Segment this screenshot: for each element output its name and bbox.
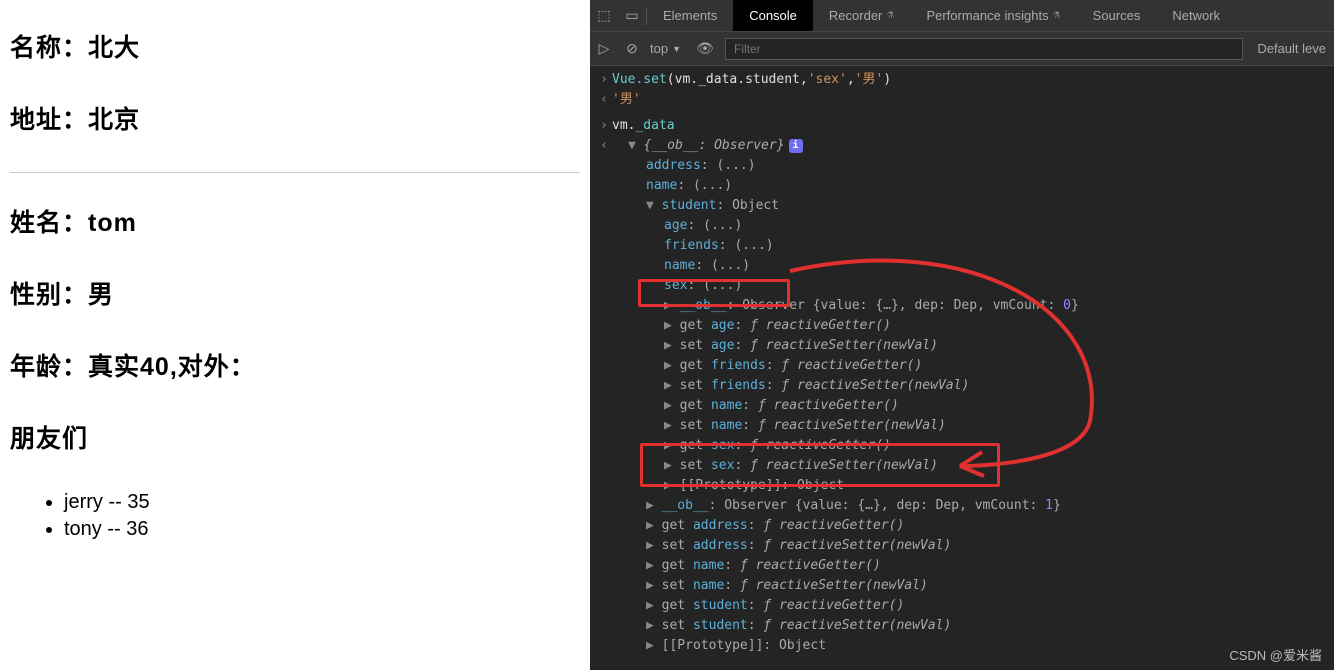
chevron-right-icon[interactable]: ▶	[646, 578, 662, 593]
console-output-line: '男'	[612, 90, 641, 110]
chevron-right-icon[interactable]: ▶	[646, 538, 662, 553]
object-property[interactable]: address: (...)	[612, 156, 756, 176]
list-item: tony -- 36	[64, 518, 580, 541]
chevron-right-icon[interactable]: ▶	[664, 458, 680, 473]
devtools-panel: ⬚ ▭ Elements Console Recorder⚗ Performan…	[590, 0, 1334, 670]
chevron-right-icon[interactable]: ▶	[664, 398, 680, 413]
address-heading: 地址：北京	[10, 100, 580, 136]
list-item: jerry -- 35	[64, 491, 580, 514]
sex-heading: 性别：男	[10, 275, 580, 311]
context-selector[interactable]: top▼	[646, 41, 691, 56]
tab-recorder[interactable]: Recorder⚗	[813, 0, 911, 31]
chevron-down-icon: ▼	[672, 44, 681, 54]
object-property[interactable]: ▶ set student: ƒ reactiveSetter(newVal)	[612, 616, 951, 636]
object-property[interactable]: ▶ __ob__: Observer {value: {…}, dep: Dep…	[612, 496, 1061, 516]
console-input-line: vm._data	[612, 116, 675, 136]
console-toolbar: ▷ ⊘ top▼ 👁 Default leve	[590, 32, 1334, 66]
divider	[10, 172, 580, 173]
flask-icon: ⚗	[1053, 10, 1061, 21]
school-heading: 名称：北大	[10, 28, 580, 64]
object-property[interactable]: ▶ set name: ƒ reactiveSetter(newVal)	[612, 416, 946, 436]
object-property[interactable]: age: (...)	[612, 216, 742, 236]
tab-elements[interactable]: Elements	[647, 0, 733, 31]
chevron-right-icon[interactable]: ▶	[646, 638, 662, 653]
object-property[interactable]: ▶ set friends: ƒ reactiveSetter(newVal)	[612, 376, 969, 396]
object-property[interactable]: ▶ set address: ƒ reactiveSetter(newVal)	[612, 536, 951, 556]
object-property[interactable]: ▶ get student: ƒ reactiveGetter()	[612, 596, 904, 616]
info-icon[interactable]: i	[789, 139, 803, 153]
device-toggle-icon[interactable]: ▭	[618, 0, 646, 31]
devtools-tabbar: ⬚ ▭ Elements Console Recorder⚗ Performan…	[590, 0, 1334, 32]
output-marker-icon: ‹	[596, 90, 612, 110]
object-property[interactable]: ▶ set name: ƒ reactiveSetter(newVal)	[612, 576, 928, 596]
chevron-right-icon[interactable]: ▶	[664, 478, 680, 493]
object-header[interactable]: ▼ {__ob__: Observer}i	[612, 136, 803, 156]
object-property[interactable]: ▶ get sex: ƒ reactiveGetter()	[612, 436, 891, 456]
object-property[interactable]: ▼ student: Object	[612, 196, 779, 216]
input-marker-icon: ›	[596, 70, 612, 90]
chevron-right-icon[interactable]: ▶	[664, 438, 680, 453]
age-heading: 年龄：真实40,对外：	[10, 347, 580, 383]
chevron-right-icon[interactable]: ▶	[664, 358, 680, 373]
chevron-down-icon[interactable]: ▼	[628, 138, 644, 153]
clear-icon[interactable]: ⊘	[618, 40, 646, 57]
flask-icon: ⚗	[886, 10, 894, 21]
object-property[interactable]: ▶ get friends: ƒ reactiveGetter()	[612, 356, 922, 376]
object-property[interactable]: sex: (...)	[612, 276, 742, 296]
object-property[interactable]: ▶ __ob__: Observer {value: {…}, dep: Dep…	[612, 296, 1079, 316]
eye-icon[interactable]: 👁	[691, 40, 719, 57]
chevron-right-icon[interactable]: ▶	[646, 518, 662, 533]
chevron-right-icon[interactable]: ▶	[664, 298, 680, 313]
input-marker-icon: ›	[596, 116, 612, 136]
chevron-down-icon[interactable]: ▼	[646, 198, 662, 213]
console-input-line: Vue.set(vm._data.student,'sex','男')	[612, 70, 891, 90]
object-property[interactable]: ▶ get address: ƒ reactiveGetter()	[612, 516, 904, 536]
console-output[interactable]: ›Vue.set(vm._data.student,'sex','男') ‹'男…	[590, 66, 1334, 670]
object-property[interactable]: ▶ set age: ƒ reactiveSetter(newVal)	[612, 336, 938, 356]
chevron-right-icon[interactable]: ▶	[646, 598, 662, 613]
log-level-selector[interactable]: Default leve	[1249, 41, 1334, 56]
tab-network[interactable]: Network	[1156, 0, 1236, 31]
object-property[interactable]: ▶ [[Prototype]]: Object	[612, 476, 844, 496]
chevron-right-icon[interactable]: ▶	[664, 418, 680, 433]
friends-heading: 朋友们	[10, 419, 580, 455]
friends-list: jerry -- 35 tony -- 36	[64, 491, 580, 541]
object-property[interactable]: ▶ get name: ƒ reactiveGetter()	[612, 556, 881, 576]
tab-sources[interactable]: Sources	[1077, 0, 1157, 31]
chevron-right-icon[interactable]: ▶	[646, 558, 662, 573]
page-content: 名称：北大 地址：北京 姓名：tom 性别：男 年龄：真实40,对外： 朋友们 …	[0, 0, 590, 670]
object-property[interactable]: ▶ get name: ƒ reactiveGetter()	[612, 396, 899, 416]
chevron-right-icon[interactable]: ▶	[664, 378, 680, 393]
tab-performance-insights[interactable]: Performance insights⚗	[910, 0, 1076, 31]
chevron-right-icon[interactable]: ▶	[646, 498, 662, 513]
play-icon[interactable]: ▷	[590, 40, 618, 57]
chevron-right-icon[interactable]: ▶	[664, 318, 680, 333]
object-property[interactable]: friends: (...)	[612, 236, 774, 256]
chevron-right-icon[interactable]: ▶	[664, 338, 680, 353]
object-property[interactable]: name: (...)	[612, 176, 732, 196]
object-property[interactable]: ▶ set sex: ƒ reactiveSetter(newVal)	[612, 456, 938, 476]
inspect-icon[interactable]: ⬚	[590, 0, 618, 31]
object-property[interactable]: name: (...)	[612, 256, 750, 276]
filter-input[interactable]	[725, 38, 1243, 60]
name-heading: 姓名：tom	[10, 203, 580, 239]
object-property[interactable]: ▶ get age: ƒ reactiveGetter()	[612, 316, 891, 336]
object-property[interactable]: ▶ [[Prototype]]: Object	[612, 636, 826, 656]
output-marker-icon: ‹	[596, 136, 612, 156]
tab-console[interactable]: Console	[733, 0, 813, 31]
watermark: CSDN @爱米酱	[1229, 645, 1322, 664]
chevron-right-icon[interactable]: ▶	[646, 618, 662, 633]
